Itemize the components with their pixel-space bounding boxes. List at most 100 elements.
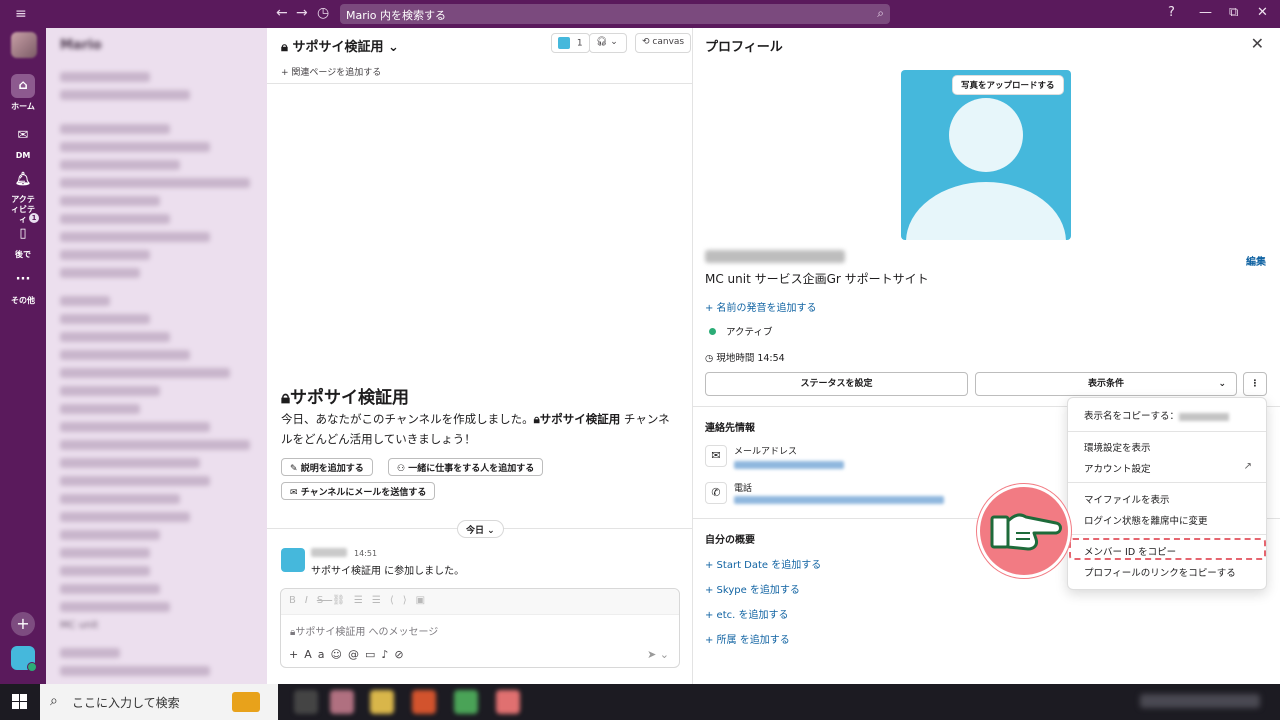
sidebar-item[interactable]	[60, 250, 150, 260]
rail-more[interactable]: ··· その他	[0, 268, 46, 306]
search-bar[interactable]: Mario 内を検索する ⌕	[340, 4, 890, 24]
sidebar-item[interactable]	[60, 332, 170, 342]
sidebar-item[interactable]	[60, 196, 160, 206]
sidebar-item[interactable]	[60, 476, 210, 486]
sidebar-item[interactable]	[60, 296, 110, 306]
add-etc-link[interactable]: + etc. を追加する	[705, 606, 789, 621]
bullet-list-icon[interactable]: ☰	[372, 595, 390, 606]
sidebar-item[interactable]	[60, 232, 210, 242]
add-start-date-link[interactable]: + Start Date を追加する	[705, 556, 821, 571]
set-status-button[interactable]: ステータスを設定	[705, 372, 968, 396]
sidebar-item[interactable]	[60, 178, 250, 188]
message-avatar[interactable]	[281, 548, 305, 572]
system-tray[interactable]	[1140, 694, 1260, 708]
sidebar-item[interactable]	[60, 368, 230, 378]
display-options-button[interactable]: 表示条件 ⌄	[975, 372, 1237, 396]
video-icon[interactable]: ▭	[365, 648, 381, 661]
sidebar-item[interactable]	[60, 494, 180, 504]
add-description-button[interactable]: ✎ 説明を追加する	[281, 458, 373, 476]
sidebar-item[interactable]	[60, 124, 170, 134]
sidebar-item[interactable]	[60, 458, 200, 468]
minimize-button[interactable]: —	[1199, 5, 1212, 20]
sidebar-item[interactable]	[60, 440, 250, 450]
menu-set-away[interactable]: ログイン状態を離席中に変更	[1084, 513, 1208, 527]
mic-icon[interactable]: ♪	[381, 648, 394, 661]
close-icon[interactable]: ✕	[1251, 34, 1264, 53]
menu-view-files[interactable]: マイファイルを表示	[1084, 492, 1170, 506]
taskbar-app-icon[interactable]	[330, 690, 354, 714]
add-workspace-button[interactable]: +	[11, 612, 35, 636]
italic-icon[interactable]: I	[305, 595, 317, 606]
add-related-page-link[interactable]: + 関連ページを追加する	[281, 65, 381, 78]
channel-title[interactable]: 🔒︎ サポサイ検証用 ⌄	[281, 36, 399, 55]
sidebar-item[interactable]	[60, 566, 150, 576]
menu-copy-display-name[interactable]: 表示名をコピーする：	[1084, 408, 1230, 422]
menu-show-preferences[interactable]: 環境設定を表示	[1084, 440, 1151, 454]
user-avatar[interactable]	[11, 646, 37, 672]
canvas-button[interactable]: ⟲ canvas	[635, 33, 692, 53]
sidebar-item[interactable]	[60, 422, 210, 432]
plus-icon[interactable]: +	[289, 648, 304, 661]
sidebar-item[interactable]	[60, 142, 210, 152]
text-format-icon[interactable]: Aa	[304, 648, 330, 661]
members-button[interactable]: 1	[551, 33, 590, 53]
briefcase-icon[interactable]	[232, 692, 260, 712]
sidebar-item[interactable]	[60, 548, 150, 558]
sidebar-item[interactable]	[60, 314, 150, 324]
add-pronunciation-link[interactable]: + 名前の発音を追加する	[705, 299, 817, 314]
add-skype-link[interactable]: + Skype を追加する	[705, 581, 800, 596]
rail-later[interactable]: ▯ 後で	[0, 222, 46, 260]
sidebar-item[interactable]	[60, 584, 160, 594]
menu-copy-profile-link[interactable]: プロフィールのリンクをコピーする	[1084, 565, 1236, 579]
taskbar-app-icon[interactable]	[496, 690, 520, 714]
sidebar-item[interactable]	[60, 72, 150, 82]
workspace-icon[interactable]	[11, 32, 37, 58]
taskbar-app-icon[interactable]	[454, 690, 478, 714]
upload-photo-button[interactable]: 写真をアップロードする	[953, 76, 1063, 94]
sidebar-item[interactable]	[60, 268, 140, 278]
emoji-icon[interactable]: ☺	[330, 648, 347, 661]
sidebar-item[interactable]	[60, 602, 170, 612]
close-window-button[interactable]: ✕	[1257, 5, 1268, 20]
send-icon[interactable]: ➤ ⌄	[647, 648, 669, 661]
help-icon[interactable]: ?	[1168, 5, 1175, 20]
restore-button[interactable]: ⧉	[1229, 5, 1238, 20]
back-arrow-icon[interactable]: ←	[276, 5, 288, 21]
task-view-icon[interactable]	[294, 690, 318, 714]
sidebar-item[interactable]	[60, 666, 210, 676]
taskbar-app-icon[interactable]	[370, 690, 394, 714]
rail-dm[interactable]: ✉ DM	[0, 124, 46, 160]
email-value[interactable]	[734, 461, 844, 469]
slash-icon[interactable]: ⊘	[394, 648, 409, 661]
phone-value[interactable]	[734, 496, 944, 504]
bold-icon[interactable]: B	[289, 595, 305, 606]
workspace-name[interactable]: Mario	[60, 38, 102, 53]
sidebar-item[interactable]	[60, 404, 140, 414]
sidebar-item[interactable]	[60, 512, 190, 522]
sidebar-item[interactable]	[60, 648, 120, 658]
mention-icon[interactable]: @	[348, 648, 365, 661]
forward-arrow-icon[interactable]: →	[296, 5, 308, 21]
sidebar-item[interactable]	[60, 214, 170, 224]
ordered-list-icon[interactable]: ☰	[354, 595, 372, 606]
taskbar-app-icon[interactable]	[412, 690, 436, 714]
composer-input[interactable]: 🔒︎サポサイ検証用 へのメッセージ	[290, 623, 438, 638]
huddle-button[interactable]: 🎧︎ ⌄	[589, 33, 627, 53]
edit-profile-link[interactable]: 編集	[1246, 253, 1266, 268]
rail-activity[interactable]: 🔔︎ アクティビティ	[0, 168, 46, 225]
sidebar-item[interactable]	[60, 530, 160, 540]
sidebar-item[interactable]	[60, 350, 190, 360]
add-people-button[interactable]: ⚇ 一緒に仕事をする人を追加する	[388, 458, 544, 476]
sidebar-item[interactable]	[60, 90, 190, 100]
menu-account-settings[interactable]: アカウント設定	[1084, 461, 1151, 475]
send-email-button[interactable]: ✉ チャンネルにメールを送信する	[281, 482, 436, 500]
code-block-icon[interactable]: ▣	[416, 595, 434, 606]
message-composer[interactable]: BIS⛓☰☰⟨⟩▣ 🔒︎サポサイ検証用 へのメッセージ +Aa☺@▭♪⊘ ➤ ⌄	[280, 588, 680, 668]
menu-icon[interactable]: ≡	[15, 6, 27, 22]
link-icon[interactable]: ⛓	[332, 595, 354, 606]
message-time[interactable]: 14:51	[354, 549, 377, 558]
date-divider-button[interactable]: 今日 ⌄	[457, 520, 504, 538]
code-icon[interactable]: ⟨⟩	[390, 595, 416, 606]
more-actions-button[interactable]: ⋮	[1243, 372, 1267, 396]
rail-home[interactable]: ⌂ ホーム	[0, 74, 46, 112]
